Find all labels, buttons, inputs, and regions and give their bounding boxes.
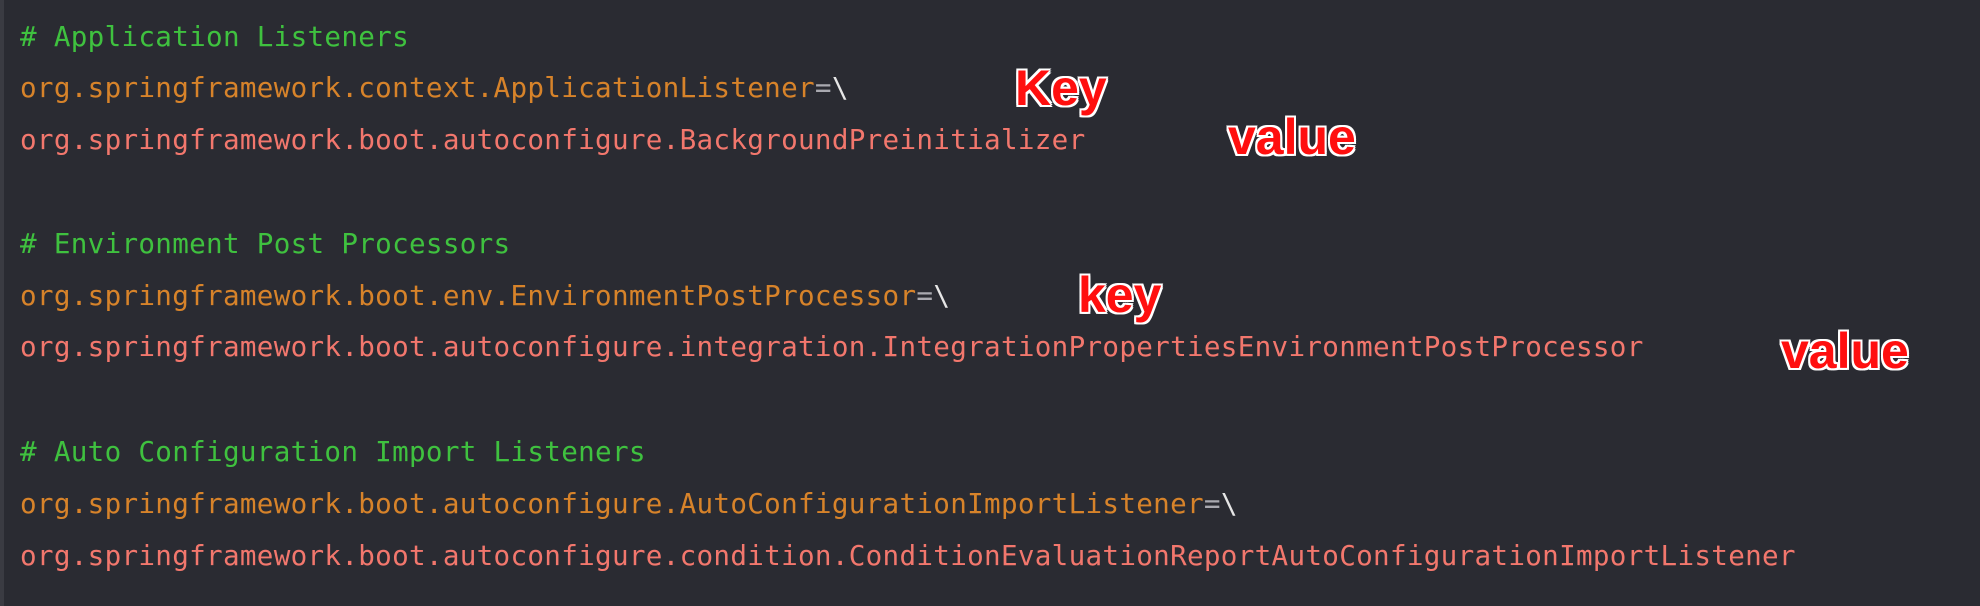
code-line-3: org.springframework.boot.autoconfigure.B…: [20, 120, 1086, 160]
code-line-11: org.springframework.boot.autoconfigure.c…: [20, 536, 1796, 576]
code-line-7: org.springframework.boot.autoconfigure.i…: [20, 327, 1644, 367]
annotation-value-label: value: [1228, 109, 1356, 165]
comment-auto-configuration-import-listeners: # Auto Configuration Import Listeners: [20, 435, 646, 468]
code-line-2: org.springframework.context.ApplicationL…: [20, 68, 849, 108]
annotation-key-label: Key: [1015, 60, 1107, 116]
property-value: org.springframework.boot.autoconfigure.c…: [20, 539, 1796, 572]
line-continuation: \: [933, 279, 951, 312]
code-line-5: # Environment Post Processors: [20, 224, 510, 264]
property-value: org.springframework.boot.autoconfigure.B…: [20, 123, 1086, 156]
property-value: org.springframework.boot.autoconfigure.i…: [20, 330, 1644, 363]
equals-operator: =: [916, 279, 934, 312]
comment-application-listeners: # Application Listeners: [20, 20, 409, 53]
line-continuation: \: [1220, 487, 1238, 520]
editor-gutter-edge: [0, 0, 4, 606]
code-line-10: org.springframework.boot.autoconfigure.A…: [20, 484, 1238, 524]
property-key: org.springframework.context.ApplicationL…: [20, 71, 815, 104]
code-line-6: org.springframework.boot.env.Environment…: [20, 276, 950, 316]
annotation-value-label: value: [1781, 323, 1909, 379]
equals-operator: =: [814, 71, 832, 104]
property-key: org.springframework.boot.autoconfigure.A…: [20, 487, 1204, 520]
code-editor[interactable]: # Application Listeners org.springframew…: [0, 0, 1980, 606]
comment-environment-post-processors: # Environment Post Processors: [20, 227, 511, 260]
line-continuation: \: [831, 71, 849, 104]
code-line-9: # Auto Configuration Import Listeners: [20, 432, 646, 472]
annotation-key-label: key: [1078, 267, 1162, 323]
code-line-1: # Application Listeners: [20, 17, 409, 57]
equals-operator: =: [1203, 487, 1221, 520]
property-key: org.springframework.boot.env.Environment…: [20, 279, 917, 312]
